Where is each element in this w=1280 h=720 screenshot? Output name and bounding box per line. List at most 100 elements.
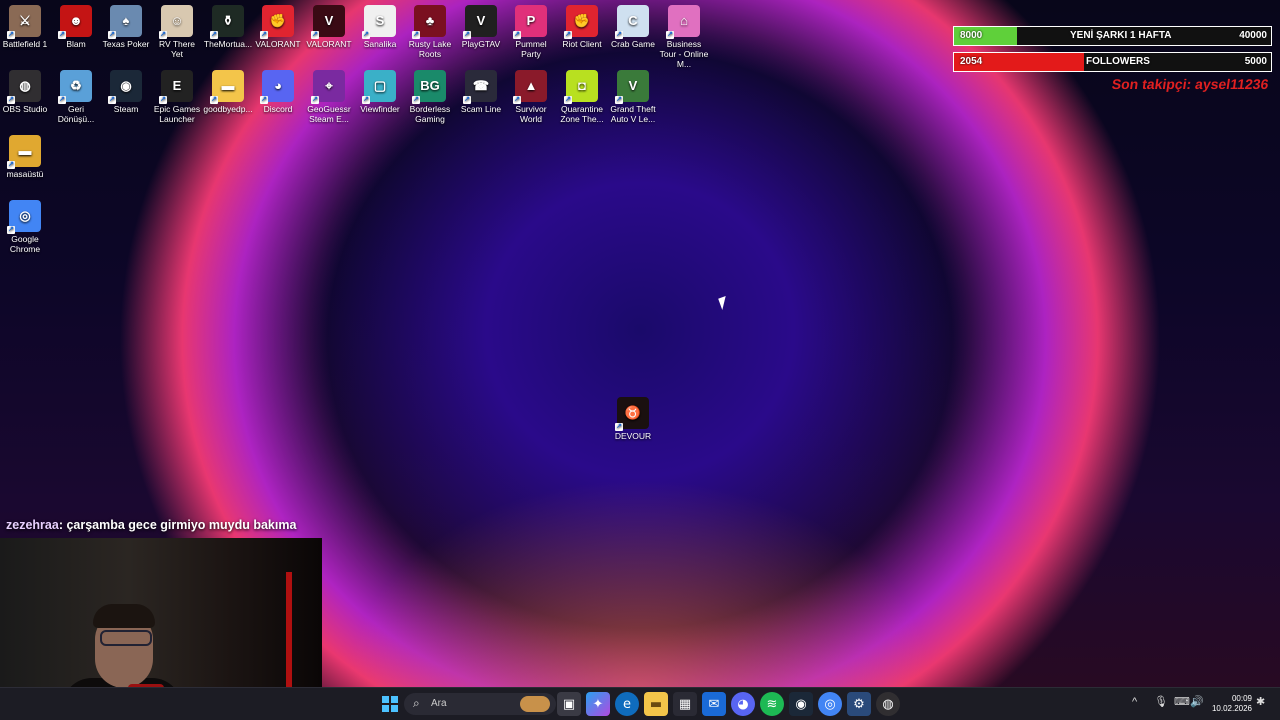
notification-icon[interactable]: ✱ (1256, 695, 1265, 708)
shortcut-arrow-icon: ↗ (7, 226, 15, 234)
app-taskbar-button[interactable]: ⚙ (847, 692, 871, 716)
obs-taskbar-button[interactable]: ◍ (876, 692, 900, 716)
desktop-icon-label: Business Tour - Online M... (659, 39, 709, 69)
desktop-icon[interactable]: ♠ ↗ Texas Poker (101, 5, 151, 49)
search-placeholder: Ara (431, 698, 447, 709)
copilot-button[interactable]: ✦ (586, 692, 610, 716)
chrome-taskbar-button[interactable]: ◎ (818, 692, 842, 716)
desktop-icon[interactable]: E ↗ Epic Games Launcher (152, 70, 202, 124)
desktop-icon[interactable]: P ↗ Pummel Party (506, 5, 556, 59)
desktop-icon[interactable]: ♉ ↗ DEVOUR (608, 397, 658, 441)
desktop-icon[interactable]: S ↗ Sanalika (355, 5, 405, 49)
microphone-icon[interactable]: 🎙 (1154, 695, 1168, 708)
desktop-icon[interactable]: ⌂ ↗ Business Tour - Online M... (659, 5, 709, 69)
volume-icon[interactable]: 🔊 (1190, 695, 1204, 708)
network-icon[interactable]: ⌨ (1174, 695, 1190, 708)
spotify-icon: ≋ (766, 696, 778, 712)
shortcut-arrow-icon: ↗ (108, 31, 116, 39)
desktop-icon[interactable]: ☻ ↗ Blam (51, 5, 101, 49)
desktop-icon-label: Pummel Party (515, 39, 547, 59)
desktop-icon[interactable]: ♻ ↗ Geri Dönüşü... (51, 70, 101, 124)
battlefield-icon: ⚔ ↗ (7, 5, 41, 39)
clock-date: 10.02.2026 (1211, 704, 1252, 713)
shortcut-arrow-icon: ↗ (108, 96, 116, 104)
shortcut-arrow-icon: ↗ (159, 31, 167, 39)
shortcut-arrow-icon: ↗ (463, 31, 471, 39)
business-tour-icon: ⌂ ↗ (666, 5, 700, 39)
discord-taskbar-button[interactable]: ◕ (731, 692, 755, 716)
desktop-icon-label: Discord (263, 104, 293, 114)
desktop-icon-label: VALORANT (255, 39, 301, 49)
gta-v-icon: V ↗ (615, 70, 649, 104)
shortcut-arrow-icon: ↗ (210, 96, 218, 104)
desktop-icon[interactable]: ⌖ ↗ GeoGuessr Steam E... (304, 70, 354, 124)
desktop-icon-label: goodbyedp... (203, 104, 253, 114)
desktop-icon[interactable]: ▬ ↗ goodbyedp... (203, 70, 253, 114)
desktop-icon[interactable]: V ↗ Grand Theft Auto V Le... (608, 70, 658, 124)
desktop-icon[interactable]: ⚔ ↗ Battlefield 1 (0, 5, 50, 49)
goal-bar-song-label: YENİ ŞARKI 1 HAFTA (1070, 30, 1172, 41)
desktop-icon[interactable]: ☺ ↗ RV There Yet (152, 5, 202, 59)
discord-icon: ◕ ↗ (260, 70, 294, 104)
shortcut-arrow-icon: ↗ (159, 96, 167, 104)
tray-overflow-icon[interactable]: ^ (1132, 696, 1137, 708)
desktop-icon-label: Survivor World (515, 104, 547, 124)
webcam-person-glasses (100, 630, 152, 646)
desktop-icon[interactable]: ▢ ↗ Viewfinder (355, 70, 405, 114)
shortcut-arrow-icon: ↗ (58, 31, 66, 39)
goal-bar-followers-label: FOLLOWERS (1086, 56, 1150, 67)
spotify-button[interactable]: ≋ (760, 692, 784, 716)
steam-icon: ◉ (795, 696, 807, 712)
desktop-icon[interactable]: ◍ ↗ OBS Studio (0, 70, 50, 114)
desktop-icon[interactable]: ⚱ ↗ TheMortua... (203, 5, 253, 49)
edge-icon: e (623, 696, 631, 712)
desktop-icon-label: Viewfinder (360, 104, 400, 114)
discord-icon: ◕ (737, 696, 749, 712)
shortcut-arrow-icon: ↗ (564, 31, 572, 39)
taskbar-clock[interactable]: 00:09 10.02.2026 (1212, 694, 1252, 714)
riot-icon: ✊ ↗ (260, 5, 294, 39)
file-explorer-button[interactable]: ▬ (644, 692, 668, 716)
shortcut-arrow-icon: ↗ (615, 31, 623, 39)
desktop-icon[interactable]: ☎ ↗ Scam Line (456, 70, 506, 114)
desktop-icon[interactable]: ✊ ↗ Riot Client (557, 5, 607, 49)
task-view-button[interactable]: ▣ (557, 692, 581, 716)
goal-bar-followers: 2054 FOLLOWERS 5000 (953, 52, 1272, 72)
survivor-world-icon: ▲ ↗ (513, 70, 547, 104)
obs-icon: ◍ ↗ (7, 70, 41, 104)
chat-text: : çarşamba gece girmiyo muydu bakıma (58, 518, 297, 532)
shortcut-arrow-icon: ↗ (412, 96, 420, 104)
shortcut-arrow-icon: ↗ (311, 31, 319, 39)
desktop-icon[interactable]: C ↗ Crab Game (608, 5, 658, 49)
shortcut-arrow-icon: ↗ (412, 31, 420, 39)
desktop-icon-label: Rusty Lake Roots (408, 39, 452, 59)
steam-icon: ◉ ↗ (108, 70, 142, 104)
desktop-icon[interactable]: ◕ ↗ Discord (253, 70, 303, 114)
desktop-icon[interactable]: V ↗ PlayGTAV (456, 5, 506, 49)
desktop-icon[interactable]: ◘ ↗ Quarantine Zone The... (557, 70, 607, 124)
desktop-icon[interactable]: V ↗ VALORANT (304, 5, 354, 49)
search-highlight-icon (520, 696, 550, 712)
goal-bar-song-current: 8000 (960, 30, 983, 41)
store-button[interactable]: ▦ (673, 692, 697, 716)
chrome-icon: ◎ ↗ (7, 200, 41, 234)
desktop-icon[interactable]: ▲ ↗ Survivor World (506, 70, 556, 124)
desktop-icon-label: Blam (66, 39, 86, 49)
desktop-icon[interactable]: ◉ ↗ Steam (101, 70, 151, 114)
shortcut-arrow-icon: ↗ (7, 31, 15, 39)
steam-taskbar-button[interactable]: ◉ (789, 692, 813, 716)
desktop-icon-label: Geri Dönüşü... (57, 104, 95, 124)
taskbar-search[interactable]: ⌕ Ara (404, 693, 556, 715)
desktop-icon[interactable]: ♣ ↗ Rusty Lake Roots (405, 5, 455, 59)
start-button[interactable] (378, 692, 402, 716)
mail-button[interactable]: ✉ (702, 692, 726, 716)
edge-button[interactable]: e (615, 692, 639, 716)
desktop-icon-label: Borderless Gaming (409, 104, 451, 124)
desktop-icon[interactable]: ✊ ↗ VALORANT (253, 5, 303, 49)
goal-bar-followers-target: 5000 (1244, 56, 1267, 67)
poker-icon: ♠ ↗ (108, 5, 142, 39)
desktop-icon[interactable]: ▬ ↗ masaüstü (0, 135, 50, 179)
desktop-icon[interactable]: ◎ ↗ Google Chrome (0, 200, 50, 254)
viewfinder-icon: ▢ ↗ (362, 70, 396, 104)
desktop-icon[interactable]: BG ↗ Borderless Gaming (405, 70, 455, 124)
